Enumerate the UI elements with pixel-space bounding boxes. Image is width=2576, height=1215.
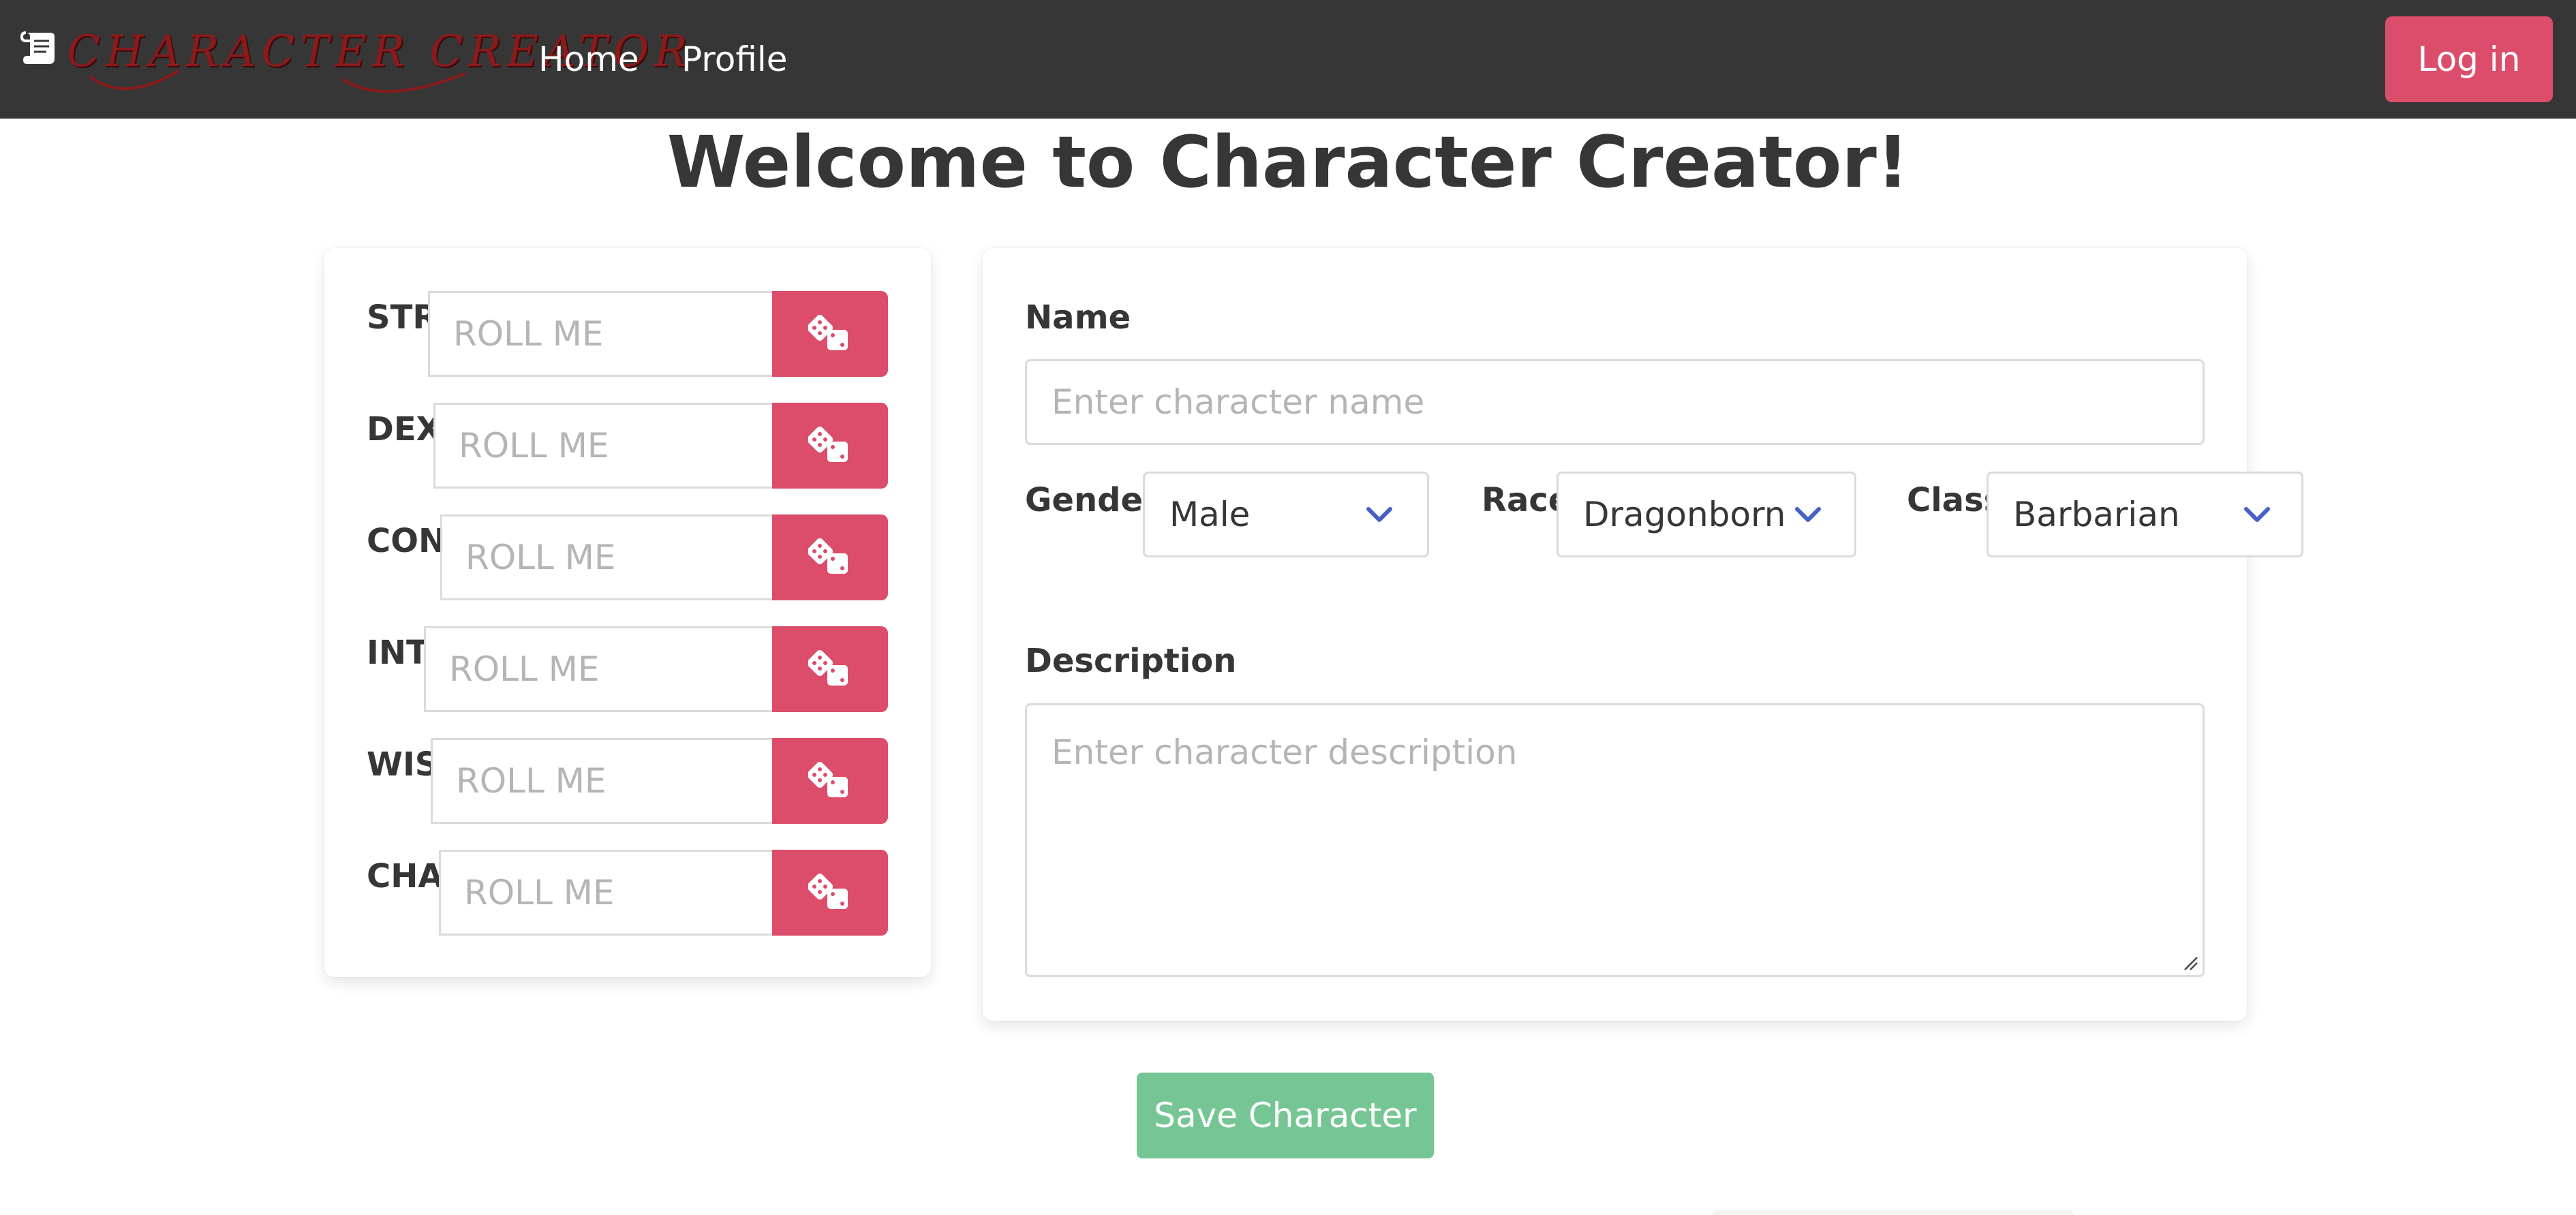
- wis-input[interactable]: ROLL ME: [431, 738, 772, 824]
- class-select[interactable]: Barbarian: [1987, 472, 2303, 557]
- stat-label-str: STR: [367, 298, 438, 337]
- stat-label-dex: DEX: [367, 410, 442, 448]
- race-select-value: Dragonborn: [1583, 495, 1786, 534]
- description-placeholder: Enter character description: [1052, 733, 1518, 772]
- page-title: Welcome to Character Creator!: [666, 121, 1910, 204]
- gender-label: Gender: [1025, 481, 1159, 519]
- roll-wis-button[interactable]: [772, 738, 888, 824]
- logo-swash: [89, 70, 465, 93]
- race-select[interactable]: Dragonborn: [1557, 472, 1856, 557]
- scroll-icon: [20, 31, 55, 64]
- dice-icon: [808, 538, 848, 574]
- chevron-down-icon: [2244, 507, 2270, 522]
- logo[interactable]: CHARACTER CREATOR: [18, 25, 687, 93]
- int-input[interactable]: ROLL ME: [424, 626, 772, 712]
- name-label: Name: [1025, 298, 1131, 337]
- character-name-input[interactable]: Enter character name: [1025, 359, 2205, 445]
- str-input[interactable]: ROLL ME: [428, 291, 772, 377]
- resize-grip-icon[interactable]: [2181, 953, 2198, 971]
- roll-int-button[interactable]: [772, 626, 888, 712]
- save-character-button[interactable]: Save Character: [1137, 1073, 1434, 1158]
- class-select-value: Barbarian: [2013, 495, 2180, 534]
- stat-label-con: CON: [367, 522, 446, 560]
- partial-offscreen-element: [1712, 1210, 2073, 1215]
- dice-icon: [808, 427, 848, 462]
- login-button[interactable]: Log in: [2385, 16, 2553, 102]
- dice-icon: [808, 762, 848, 797]
- stat-label-int: INT: [367, 634, 429, 672]
- dice-icon: [808, 874, 848, 909]
- roll-dex-button[interactable]: [772, 403, 888, 489]
- stat-label-cha: CHA: [367, 857, 444, 895]
- stat-label-wis: WIS: [367, 745, 439, 784]
- roll-con-button[interactable]: [772, 514, 888, 600]
- gender-select[interactable]: Male: [1143, 472, 1429, 557]
- nav-profile-link[interactable]: Profile: [681, 35, 787, 83]
- dex-input[interactable]: ROLL ME: [433, 403, 772, 489]
- roll-str-button[interactable]: [772, 291, 888, 377]
- navbar: CHARACTER CREATOR Home Profile Log in: [0, 0, 2576, 119]
- chevron-down-icon: [1795, 507, 1821, 522]
- nav-home-link[interactable]: Home: [538, 35, 639, 83]
- dice-icon: [808, 650, 848, 686]
- con-input[interactable]: ROLL ME: [440, 514, 772, 600]
- chevron-down-icon: [1366, 507, 1392, 522]
- description-label: Description: [1025, 642, 1237, 680]
- character-description-textarea[interactable]: Enter character description: [1025, 703, 2205, 977]
- roll-cha-button[interactable]: [772, 850, 888, 936]
- gender-select-value: Male: [1169, 495, 1251, 534]
- cha-input[interactable]: ROLL ME: [439, 850, 772, 936]
- dice-icon: [808, 315, 848, 350]
